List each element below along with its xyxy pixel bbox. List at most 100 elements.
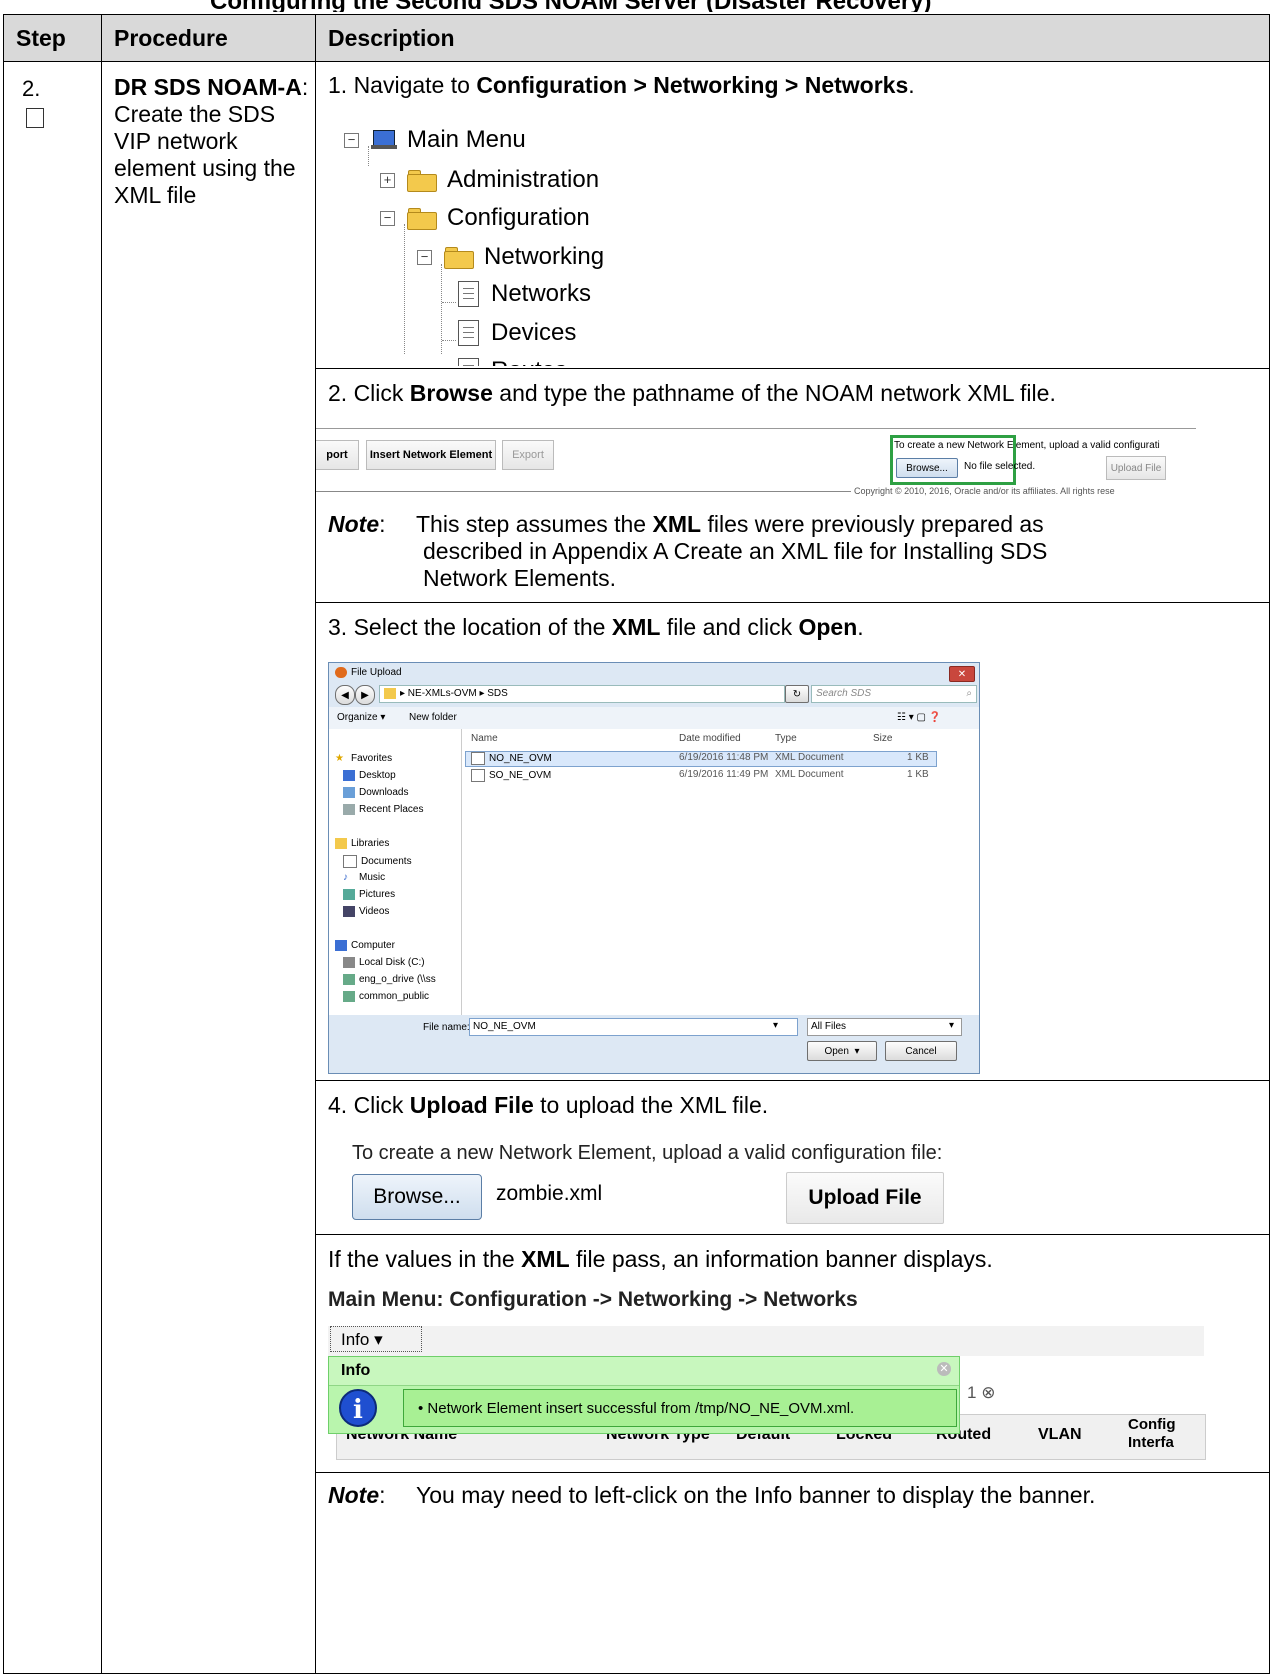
tree-routes[interactable]: Routes <box>491 357 567 366</box>
note2-label: Note: <box>328 1482 386 1508</box>
export-button[interactable]: Export <box>502 440 554 470</box>
nav-favorites[interactable]: ★ Favorites <box>335 753 392 764</box>
file-size: 1 KB <box>907 752 929 763</box>
step2-text: 2. Click Browse and type the pathname of… <box>328 380 1056 406</box>
col-name[interactable]: Name <box>471 733 498 744</box>
main-menu-icon <box>371 130 397 150</box>
col-date[interactable]: Date modified <box>679 733 741 744</box>
tree-networks[interactable]: Networks <box>491 280 591 308</box>
insert-network-element-button[interactable]: Insert Network Element <box>366 440 496 470</box>
file-type: XML Document <box>775 769 844 780</box>
info-toolbar <box>328 1326 1204 1356</box>
note1-label: Note: <box>328 511 386 537</box>
copyright: Copyright © 2010, 2016, Oracle and/or it… <box>854 486 1115 496</box>
nav-videos[interactable]: Videos <box>343 906 389 917</box>
search-icon: ⌕ <box>966 688 972 699</box>
nav-downloads[interactable]: Downloads <box>343 787 408 798</box>
step-number: 2. <box>22 76 41 101</box>
file-type-filter[interactable]: All Files <box>807 1018 962 1036</box>
step-cell: 2. <box>3 61 102 1674</box>
info-message: • Network Element insert successful from… <box>403 1389 957 1427</box>
forward-icon[interactable]: ▶ <box>355 685 375 705</box>
cancel-button[interactable]: Cancel <box>885 1041 957 1061</box>
folder-open-icon <box>407 207 437 230</box>
path-bar[interactable]: ▸ NE-XMLs-OVM ▸ SDS <box>379 685 785 703</box>
expand-icon[interactable]: + <box>380 172 395 188</box>
nav-music[interactable]: ♪ Music <box>343 872 385 883</box>
folder-open-icon <box>444 246 474 269</box>
collapse-icon[interactable]: − <box>344 132 359 148</box>
file-name[interactable]: SO_NE_OVM <box>471 769 551 782</box>
procedure-text: DR SDS NOAM-A: Create the SDS VIP networ… <box>114 74 309 208</box>
browse-button[interactable]: Browse... <box>352 1174 482 1220</box>
file-name-input[interactable]: NO_NE_OVM <box>469 1018 798 1036</box>
page-icon <box>458 358 479 366</box>
nav-computer[interactable]: Computer <box>335 940 395 951</box>
organize-menu[interactable]: Organize ▾ <box>337 712 385 723</box>
chevron-down-icon[interactable]: ▾ <box>773 1020 778 1031</box>
upload-file-button[interactable]: Upload File <box>786 1172 944 1224</box>
chevron-down-icon[interactable]: ▾ <box>949 1020 954 1031</box>
pass-text: If the values in the XML file pass, an i… <box>328 1246 993 1272</box>
nav-local-disk[interactable]: Local Disk (C:) <box>343 957 425 968</box>
menu-title: Main Menu: Configuration -> Networking -… <box>328 1288 858 1311</box>
no-file-label: No file selected. <box>964 461 1036 472</box>
col-type[interactable]: Type <box>775 733 797 744</box>
tree-devices[interactable]: Devices <box>491 319 576 347</box>
dialog-title: File Upload <box>335 667 402 678</box>
close-icon[interactable]: ✕ <box>937 1362 951 1376</box>
export-partial-button[interactable]: port <box>316 440 359 470</box>
file-upload-dialog: File Upload ✕ ◀ ▶ ▸ NE-XMLs-OVM ▸ SDS ↻ … <box>328 662 980 1074</box>
search-input[interactable]: Search SDS ⌕ <box>811 685 977 703</box>
collapse-icon[interactable]: − <box>417 249 432 265</box>
upload-instruction: To create a new Network Element, upload … <box>352 1142 943 1164</box>
nav-desktop[interactable]: Desktop <box>343 770 396 781</box>
col-vlan[interactable]: VLAN <box>1038 1426 1082 1444</box>
partial-tab: 1 ⊗ <box>967 1383 996 1402</box>
file-name-label: File name: <box>423 1022 470 1033</box>
toolbar-screenshot: port Insert Network Element Export To cr… <box>316 428 1196 503</box>
tree-configuration[interactable]: Configuration <box>447 204 590 232</box>
back-icon[interactable]: ◀ <box>335 685 355 705</box>
open-button[interactable]: Open ▾ <box>807 1041 877 1061</box>
file-type: XML Document <box>775 752 844 763</box>
info-icon: i <box>339 1389 377 1427</box>
view-icon[interactable]: ☷ ▾ ▢ ❓ <box>897 712 941 723</box>
upload-file-button-small[interactable]: Upload File <box>1106 456 1166 480</box>
nav-recent-places[interactable]: Recent Places <box>343 804 423 815</box>
nav-eng-o-drive[interactable]: eng_o_drive (\\ss <box>343 974 436 985</box>
file-name[interactable]: NO_NE_OVM <box>471 752 552 765</box>
tree-networking[interactable]: Networking <box>484 243 604 271</box>
file-size: 1 KB <box>907 769 929 780</box>
nav-documents[interactable]: Documents <box>343 855 412 868</box>
info-tab[interactable]: Info ▾ <box>330 1326 422 1352</box>
step4-text: 4. Click Upload File to upload the XML f… <box>328 1092 769 1118</box>
note2-text: You may need to left-click on the Info b… <box>416 1482 1096 1508</box>
new-folder-button[interactable]: New folder <box>409 712 457 723</box>
header-description: Description <box>315 14 1270 62</box>
col-size[interactable]: Size <box>873 733 892 744</box>
tree-administration[interactable]: Administration <box>447 166 599 194</box>
collapse-icon[interactable]: − <box>380 210 395 226</box>
procedure-cell: DR SDS NOAM-A: Create the SDS VIP networ… <box>101 61 316 1674</box>
procedure-table: Step Procedure Description 2. DR SDS NOA… <box>3 14 1270 1674</box>
step1-text: 1. Navigate to Configuration > Networkin… <box>328 72 915 98</box>
step3-text: 3. Select the location of the XML file a… <box>328 614 864 640</box>
close-icon[interactable]: ✕ <box>949 666 975 682</box>
info-banner[interactable]: Info ✕ i • Network Element insert succes… <box>328 1356 960 1434</box>
browse-button-small[interactable]: Browse... <box>896 458 958 478</box>
tree-main-menu[interactable]: Main Menu <box>407 126 526 154</box>
nav-pictures[interactable]: Pictures <box>343 889 395 900</box>
info-banner-title: Info <box>341 1362 371 1379</box>
nav-common-public[interactable]: common_public <box>343 991 429 1002</box>
col-config-interface[interactable]: Config Interfa <box>1128 1416 1175 1452</box>
note1-text: This step assumes the XML files were pre… <box>416 511 1048 591</box>
refresh-icon[interactable]: ↻ <box>785 685 809 703</box>
firefox-icon <box>335 667 347 678</box>
page-icon <box>458 281 479 307</box>
step-checkbox[interactable] <box>26 108 44 128</box>
description-cell: 1. Navigate to Configuration > Networkin… <box>315 61 1270 1674</box>
nav-libraries[interactable]: Libraries <box>335 838 389 849</box>
file-date: 6/19/2016 11:49 PM <box>679 769 769 780</box>
page-icon <box>458 320 479 346</box>
